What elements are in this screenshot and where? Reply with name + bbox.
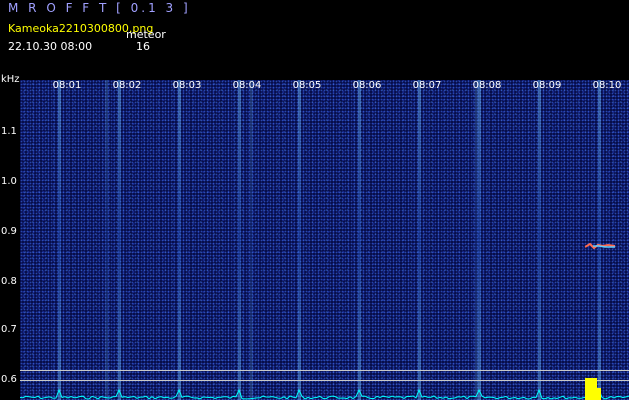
minute-marker-line [238, 80, 241, 400]
meteor-echo [585, 242, 615, 250]
app-title: M R O F F T [ 0.1 3 ] [8, 1, 191, 15]
x-tick-label: 08:01 [52, 80, 82, 91]
minute-marker-line [58, 80, 61, 400]
minute-marker-line [538, 80, 541, 400]
y-unit-label: kHz [1, 74, 20, 85]
spectrogram-window: M R O F F T [ 0.1 3 ] Kameoka2210300800.… [0, 0, 629, 400]
signal-level-peak [585, 378, 597, 400]
x-tick-label: 08:02 [112, 80, 142, 91]
signal-level-trace [20, 378, 629, 400]
x-tick-label: 08:10 [592, 80, 622, 91]
spectrogram-area [20, 80, 629, 400]
x-tick-label: 08:04 [232, 80, 262, 91]
y-tick-label: 0.9 [1, 226, 17, 237]
x-tick-label: 08:06 [352, 80, 382, 91]
interference-streak [475, 80, 478, 400]
x-tick-label: 08:07 [412, 80, 442, 91]
x-tick-label: 08:09 [532, 80, 562, 91]
datetime-label: 22.10.30 08:00 [8, 40, 93, 53]
signal-level-tail [597, 388, 601, 400]
interference-streak [250, 80, 253, 400]
y-tick-label: 1.1 [1, 126, 17, 137]
x-tick-label: 08:03 [172, 80, 202, 91]
y-tick-label: 0.7 [1, 324, 17, 335]
y-tick-label: 0.6 [1, 374, 17, 385]
minute-marker-line [298, 80, 301, 400]
interference-streak [105, 80, 108, 400]
y-tick-label: 0.8 [1, 276, 17, 287]
minute-marker-line [418, 80, 421, 400]
x-tick-label: 08:08 [472, 80, 502, 91]
minute-marker-line [118, 80, 121, 400]
minute-marker-line [478, 80, 481, 400]
y-tick-label: 1.0 [1, 176, 17, 187]
minute-marker-line [178, 80, 181, 400]
x-tick-label: 08:05 [292, 80, 322, 91]
meteor-count: 16 [136, 40, 150, 53]
minute-marker-line [358, 80, 361, 400]
